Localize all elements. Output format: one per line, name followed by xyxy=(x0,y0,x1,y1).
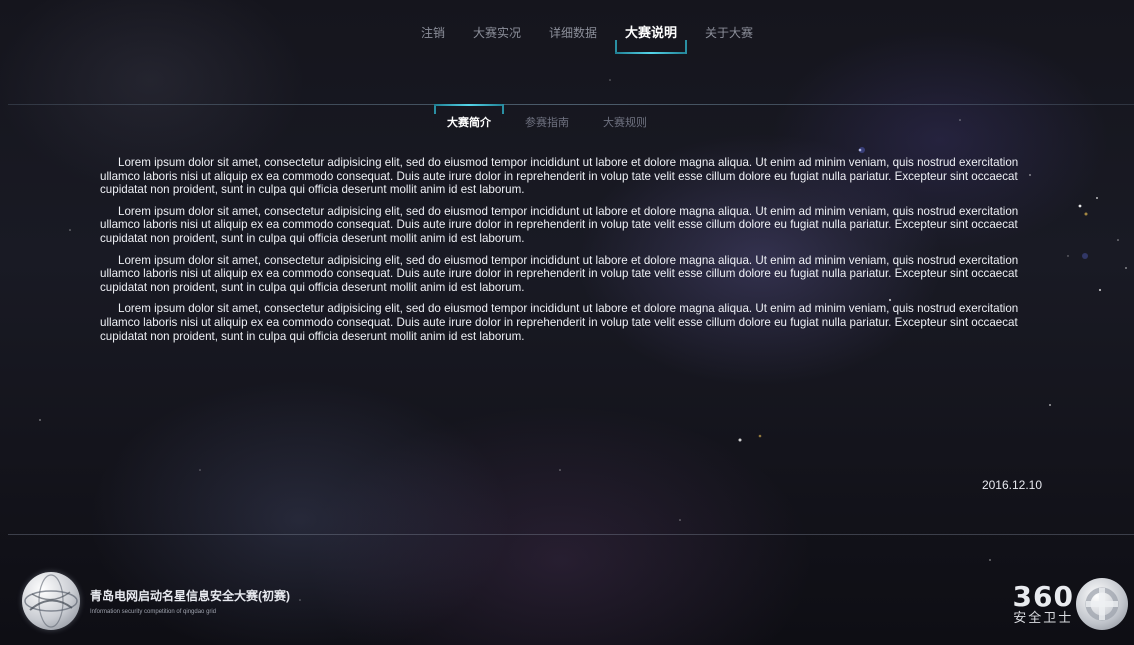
active-tab-indicator xyxy=(434,104,504,106)
footer-org: 青岛电网启动名星信息安全大赛(初赛) Information security … xyxy=(22,572,290,630)
tab-intro[interactable]: 大赛简介 xyxy=(430,104,508,134)
nav-item-logout[interactable]: 注销 xyxy=(407,20,459,60)
active-nav-indicator xyxy=(615,52,688,54)
footer-divider xyxy=(8,534,1134,535)
footer-title: 青岛电网启动名星信息安全大赛(初赛) xyxy=(90,589,290,603)
nav-item-details[interactable]: 详细数据 xyxy=(535,20,611,60)
tab-rules[interactable]: 大赛规则 xyxy=(586,104,664,134)
brand-number: 360 xyxy=(1012,580,1074,613)
publish-date: 2016.12.10 xyxy=(981,478,1042,492)
intro-content: Lorem ipsum dolor sit amet, consectetur … xyxy=(100,156,1050,351)
content-paragraph: Lorem ipsum dolor sit amet, consectetur … xyxy=(100,204,1019,245)
nav-item-description[interactable]: 大赛说明 xyxy=(611,20,691,60)
footer-subtitle: Information security competition of qing… xyxy=(90,609,217,615)
sub-tabs: 大赛简介 参赛指南 大赛规则 xyxy=(0,104,1134,134)
tab-guide[interactable]: 参赛指南 xyxy=(508,104,586,134)
nav-item-live[interactable]: 大赛实况 xyxy=(459,20,535,60)
top-nav-list: 注销 大赛实况 详细数据 大赛说明 关于大赛 xyxy=(407,20,767,60)
360-ball-icon xyxy=(1076,578,1128,630)
footer-brand: 360 安全卫士 xyxy=(1013,578,1128,630)
content-paragraph: Lorem ipsum dolor sit amet, consectetur … xyxy=(100,156,1019,197)
brand-360-logo: 360 安全卫士 xyxy=(1013,583,1074,625)
content-paragraph: Lorem ipsum dolor sit amet, consectetur … xyxy=(100,302,1019,343)
sub-tabs-list: 大赛简介 参赛指南 大赛规则 xyxy=(430,104,664,134)
nav-item-about[interactable]: 关于大赛 xyxy=(691,20,767,60)
top-navigation: 注销 大赛实况 详细数据 大赛说明 关于大赛 xyxy=(0,0,1134,60)
content-paragraph: Lorem ipsum dolor sit amet, consectetur … xyxy=(100,253,1019,294)
brand-name: 安全卫士 xyxy=(1013,610,1074,625)
footer-text: 青岛电网启动名星信息安全大赛(初赛) Information security … xyxy=(90,587,290,615)
globe-logo-icon xyxy=(22,572,80,630)
